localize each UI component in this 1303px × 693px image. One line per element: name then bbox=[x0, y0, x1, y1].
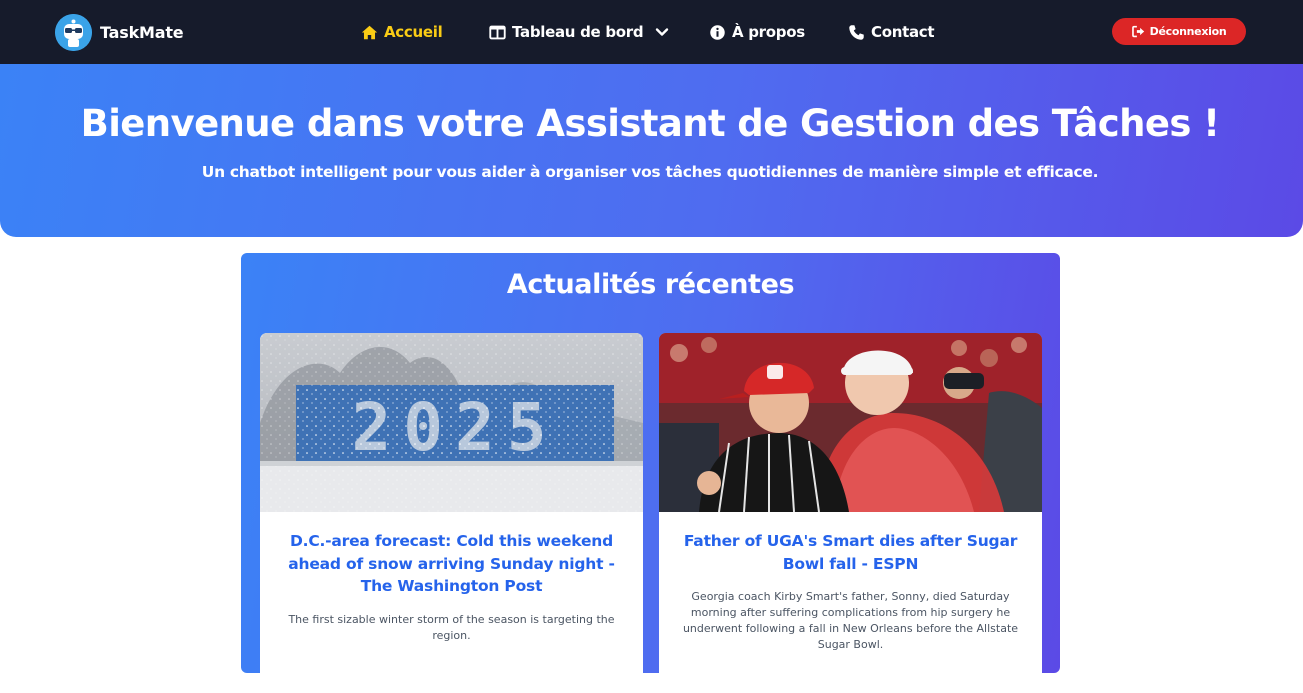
phone-icon bbox=[849, 24, 864, 40]
news-description: The first sizable winter storm of the se… bbox=[288, 613, 615, 642]
news-headline[interactable]: D.C.-area forecast: Cold this weekend ah… bbox=[280, 530, 623, 598]
hero-banner: Bienvenue dans votre Assistant de Gestio… bbox=[0, 64, 1303, 237]
info-icon bbox=[710, 24, 725, 40]
chevron-down-icon bbox=[656, 28, 669, 36]
nav-dashboard-dropdown[interactable]: Tableau de bord bbox=[489, 22, 669, 42]
nav-about-label: À propos bbox=[732, 23, 805, 41]
columns-icon bbox=[489, 25, 506, 39]
news-description: Georgia coach Kirby Smart's father, Sonn… bbox=[682, 590, 1019, 651]
nav-contact[interactable]: Contact bbox=[848, 22, 935, 42]
navbar: TaskMate Accueil Tableau de bord À propo… bbox=[0, 0, 1303, 64]
nav-contact-label: Contact bbox=[871, 23, 935, 41]
nav-home[interactable]: Accueil bbox=[361, 22, 443, 42]
news-image-uga-coach[interactable] bbox=[659, 333, 1042, 512]
home-icon bbox=[361, 25, 378, 39]
nav-about[interactable]: À propos bbox=[709, 22, 805, 42]
news-card[interactable]: 2025 D.C.-area forecast: Cold this weeke… bbox=[260, 333, 643, 693]
hero-subtitle: Un chatbot intelligent pour vous aider à… bbox=[201, 163, 1099, 181]
brand-name: TaskMate bbox=[100, 23, 184, 42]
news-section: Actualités récentes D.C.-area forecast: … bbox=[241, 253, 1060, 693]
robot-glasses-icon bbox=[55, 14, 92, 51]
news-headline[interactable]: Father of UGA's Smart dies after Sugar B… bbox=[679, 530, 1022, 575]
brand-link[interactable]: TaskMate bbox=[55, 14, 184, 51]
sign-out-icon bbox=[1131, 25, 1144, 38]
nav-dashboard-label: Tableau de bord bbox=[512, 23, 644, 41]
news-image-snow-2025[interactable]: 2025 bbox=[260, 333, 643, 512]
news-title: Actualités récentes bbox=[506, 269, 795, 300]
news-card[interactable]: Father of UGA's Smart dies after Sugar B… bbox=[659, 333, 1042, 693]
logout-button[interactable]: Déconnexion bbox=[1112, 18, 1246, 45]
nav-home-label: Accueil bbox=[384, 23, 443, 41]
logout-label: Déconnexion bbox=[1149, 25, 1227, 38]
hero-title: Bienvenue dans votre Assistant de Gestio… bbox=[80, 102, 1220, 145]
